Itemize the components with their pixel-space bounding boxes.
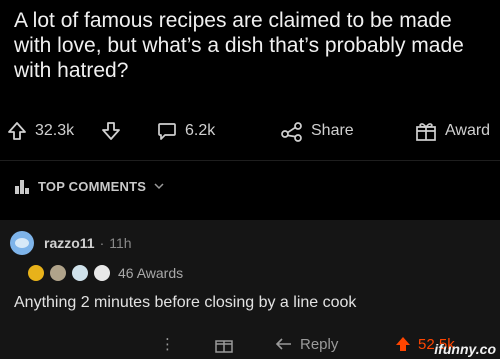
more-options-button[interactable]: ⋮ (160, 330, 175, 358)
comment-award-button[interactable] (214, 330, 234, 358)
downvote-arrow-icon (102, 122, 120, 140)
post-score: 32.3k (35, 122, 75, 139)
watermark: ifunny.co (434, 341, 496, 357)
award-label: Award (445, 122, 491, 139)
awards-count: 46 Awards (118, 265, 184, 281)
sort-podium-icon (15, 180, 29, 194)
share-label: Share (311, 122, 354, 139)
silver-award-icon (94, 265, 110, 281)
downvote-button[interactable] (100, 116, 122, 146)
sort-label: TOP COMMENTS (38, 178, 147, 194)
comment-sort-selector[interactable]: TOP COMMENTS (14, 175, 164, 197)
share-icon (281, 122, 302, 142)
divider (0, 160, 500, 161)
comment-bubble-icon (158, 123, 176, 140)
reply-label: Reply (300, 335, 339, 353)
comment-count: 6.2k (185, 122, 216, 139)
upvote-button[interactable] (6, 116, 28, 146)
comment-awards[interactable]: 46 Awards (28, 262, 183, 284)
reply-button[interactable]: Reply (274, 330, 338, 358)
separator-dot: · (99, 235, 105, 251)
avatar[interactable] (10, 231, 34, 255)
post-title: A lot of famous recipes are claimed to b… (14, 9, 464, 82)
gift-award-icon (416, 123, 436, 141)
chevron-down-icon (154, 183, 164, 190)
comment: razzo11 · 11h 46 Awards Anything 2 minut… (0, 220, 500, 359)
upvote-arrow-icon (8, 122, 26, 140)
award-button[interactable]: Award (414, 116, 490, 146)
comment-header: razzo11 · 11h (10, 230, 132, 256)
comment-age: 11h (109, 235, 132, 251)
comment-username[interactable]: razzo11 (44, 235, 95, 251)
post-action-bar: 32.3k 6.2k Share Award (0, 116, 500, 146)
reply-arrow-icon (275, 338, 291, 350)
comment-body: Anything 2 minutes before closing by a l… (14, 294, 357, 311)
share-button[interactable]: Share (280, 116, 354, 146)
gold-award-icon (28, 265, 44, 281)
more-icon: ⋮ (160, 336, 175, 353)
award-icon (72, 265, 88, 281)
gift-award-icon (215, 340, 233, 353)
award-icon (50, 265, 66, 281)
comment-action-bar: ⋮ Reply 52.5k (0, 330, 500, 358)
comments-button[interactable]: 6.2k (156, 116, 215, 146)
upvote-arrow-icon (396, 337, 410, 351)
